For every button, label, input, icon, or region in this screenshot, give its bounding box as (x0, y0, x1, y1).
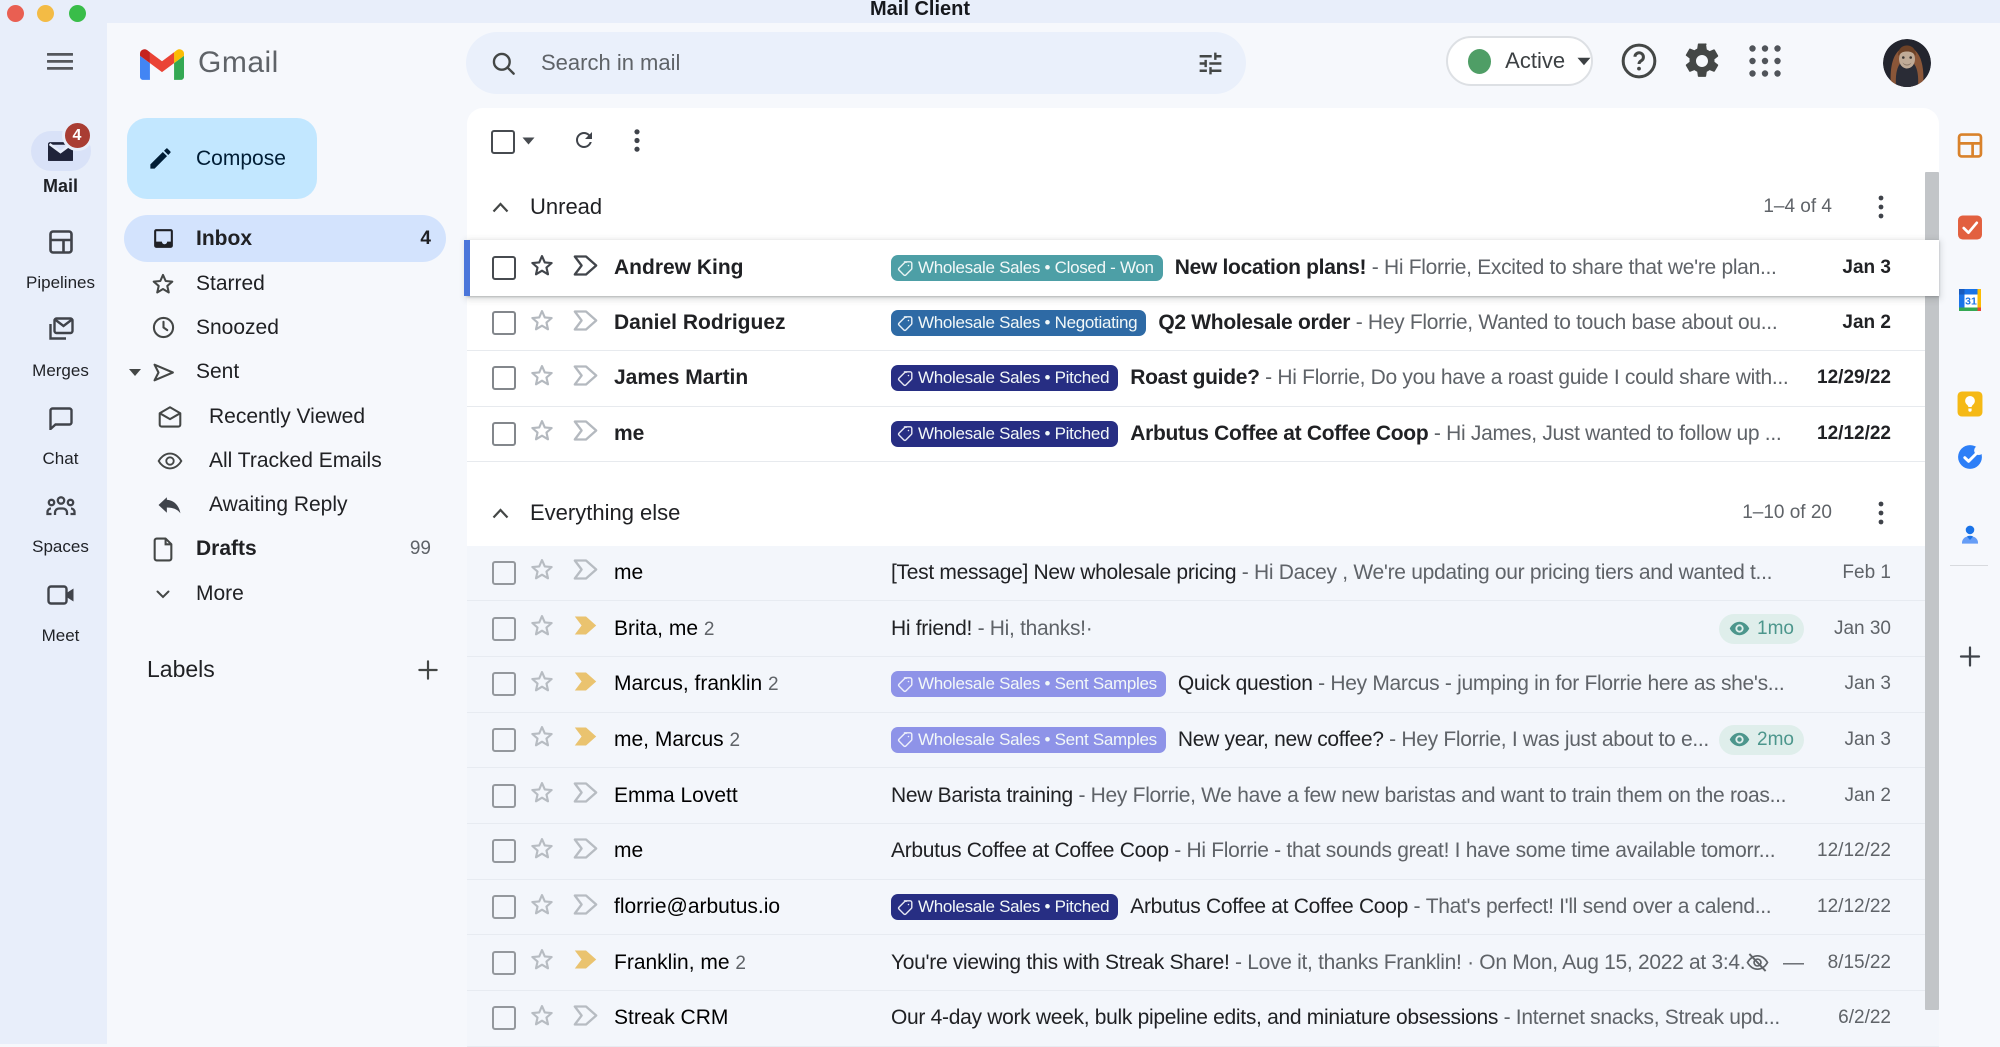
svg-text:31: 31 (1965, 296, 1977, 308)
